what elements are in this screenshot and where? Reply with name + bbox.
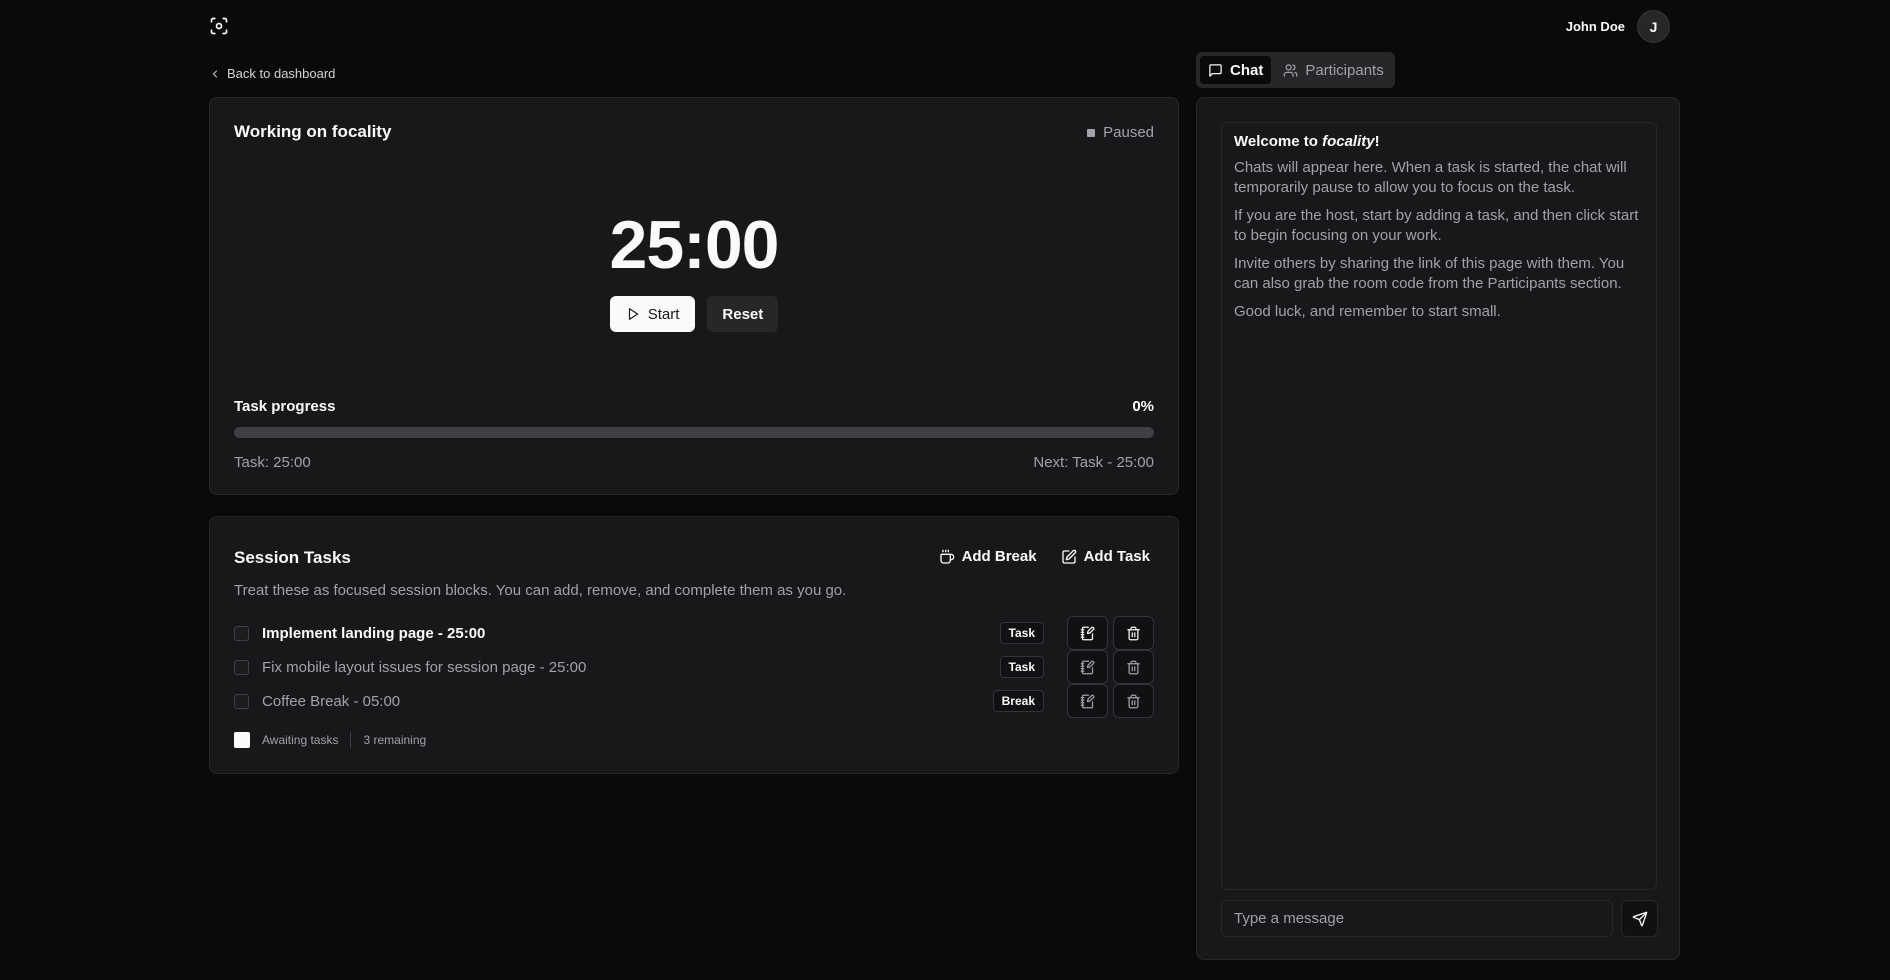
task-type-badge: Task (999, 656, 1044, 678)
edit-task-button[interactable] (1067, 684, 1108, 718)
edit-icon (1080, 694, 1095, 709)
task-type-badge: Break (992, 690, 1044, 712)
chat-message: Invite others by sharing the link of thi… (1234, 255, 1625, 292)
reset-button[interactable]: Reset (707, 296, 779, 332)
chat-welcome: Welcome to focality! (1234, 133, 1644, 150)
edit-icon (1080, 626, 1095, 641)
delete-task-button[interactable] (1113, 684, 1154, 718)
delete-task-button[interactable] (1113, 650, 1154, 684)
next-task-time: Next: Task - 25:00 (1033, 454, 1154, 471)
focus-scan-icon[interactable] (209, 16, 229, 36)
divider (350, 732, 352, 748)
chat-messages[interactable]: Welcome to focality! Chats will appear h… (1221, 122, 1657, 890)
chat-panel: Welcome to focality! Chats will appear h… (1196, 97, 1680, 960)
square-pen-icon (1061, 549, 1077, 565)
trash-icon (1126, 660, 1141, 675)
back-link-label: Back to dashboard (227, 66, 336, 81)
paused-square-icon (1087, 128, 1096, 137)
user-name: John Doe (1565, 19, 1625, 34)
back-to-dashboard-link[interactable]: Back to dashboard (209, 66, 335, 81)
user-menu[interactable]: John Doe J (1566, 10, 1670, 43)
trash-icon (1126, 694, 1141, 709)
users-icon (1283, 63, 1298, 78)
task-row: Coffee Break - 05:00 Break (234, 684, 1154, 718)
task-name: Coffee Break - 05:00 (262, 692, 401, 710)
start-label: Start (647, 305, 680, 323)
chat-message: Good luck, and remember to start small. (1234, 303, 1501, 320)
session-title: Working on focality (234, 122, 392, 141)
footer-status: Awaiting tasks (262, 733, 339, 747)
tasks-actions: Add Break Add Task (939, 548, 1150, 565)
welcome-app-name: focality (1322, 133, 1375, 150)
current-task-time: Task: 25:00 (234, 454, 311, 471)
session-tasks-description: Treat these as focused session blocks. Y… (234, 582, 847, 599)
task-checkbox[interactable] (234, 659, 249, 675)
timer-card: Working on focality Paused 25:00 Start R… (209, 97, 1179, 495)
task-row: Implement landing page - 25:00 Task (234, 616, 1154, 650)
coffee-icon (939, 549, 955, 565)
timer-display: 25:00 (609, 207, 780, 283)
add-break-label: Add Break (961, 548, 1037, 565)
session-tasks-card: Session Tasks Add Break Add Task Treat t… (209, 516, 1179, 774)
task-checkbox[interactable] (234, 693, 249, 709)
edit-task-button[interactable] (1067, 650, 1108, 684)
message-square-icon (1208, 63, 1223, 78)
progress-bar (234, 427, 1154, 438)
task-row: Fix mobile layout issues for session pag… (234, 650, 1154, 684)
message-input[interactable] (1221, 900, 1613, 937)
edit-task-button[interactable] (1067, 616, 1108, 650)
tab-participants-label: Participants (1305, 61, 1384, 79)
start-button[interactable]: Start (609, 296, 696, 332)
delete-task-button[interactable] (1113, 616, 1154, 650)
tab-chat-label: Chat (1230, 61, 1264, 79)
progress-label: Task progress (234, 398, 336, 415)
add-task-button[interactable]: Add Task (1061, 548, 1150, 565)
task-name: Implement landing page - 25:00 (262, 624, 486, 642)
chat-message: Chats will appear here. When a task is s… (1234, 159, 1627, 196)
task-checkbox[interactable] (234, 625, 249, 641)
avatar[interactable]: J (1637, 10, 1670, 43)
send-button[interactable] (1621, 900, 1658, 937)
send-icon (1632, 911, 1648, 927)
tab-participants[interactable]: Participants (1275, 56, 1391, 84)
footer-remaining: 3 remaining (363, 733, 427, 747)
edit-icon (1080, 660, 1095, 675)
chevron-left-icon (209, 68, 221, 80)
tab-chat[interactable]: Chat (1200, 56, 1272, 84)
top-bar: John Doe J (0, 0, 1890, 54)
chat-message: If you are the host, start by adding a t… (1234, 207, 1639, 244)
status-badge: Paused (1087, 124, 1154, 141)
trash-icon (1126, 626, 1141, 641)
add-task-label: Add Task (1083, 548, 1150, 565)
progress-percent: 0% (1132, 398, 1154, 415)
status-square-icon (234, 732, 250, 748)
welcome-prefix: Welcome to (1234, 133, 1323, 150)
session-tasks-title: Session Tasks (234, 548, 351, 567)
status-label: Paused (1103, 124, 1154, 141)
tasks-footer: Awaiting tasks 3 remaining (234, 732, 426, 748)
add-break-button[interactable]: Add Break (939, 548, 1037, 565)
timer-controls: Start Reset (210, 296, 1178, 332)
play-icon (626, 307, 640, 321)
task-name: Fix mobile layout issues for session pag… (262, 658, 587, 676)
welcome-suffix: ! (1374, 133, 1380, 150)
task-type-badge: Task (999, 622, 1044, 644)
chat-tabs: Chat Participants (1196, 52, 1395, 88)
